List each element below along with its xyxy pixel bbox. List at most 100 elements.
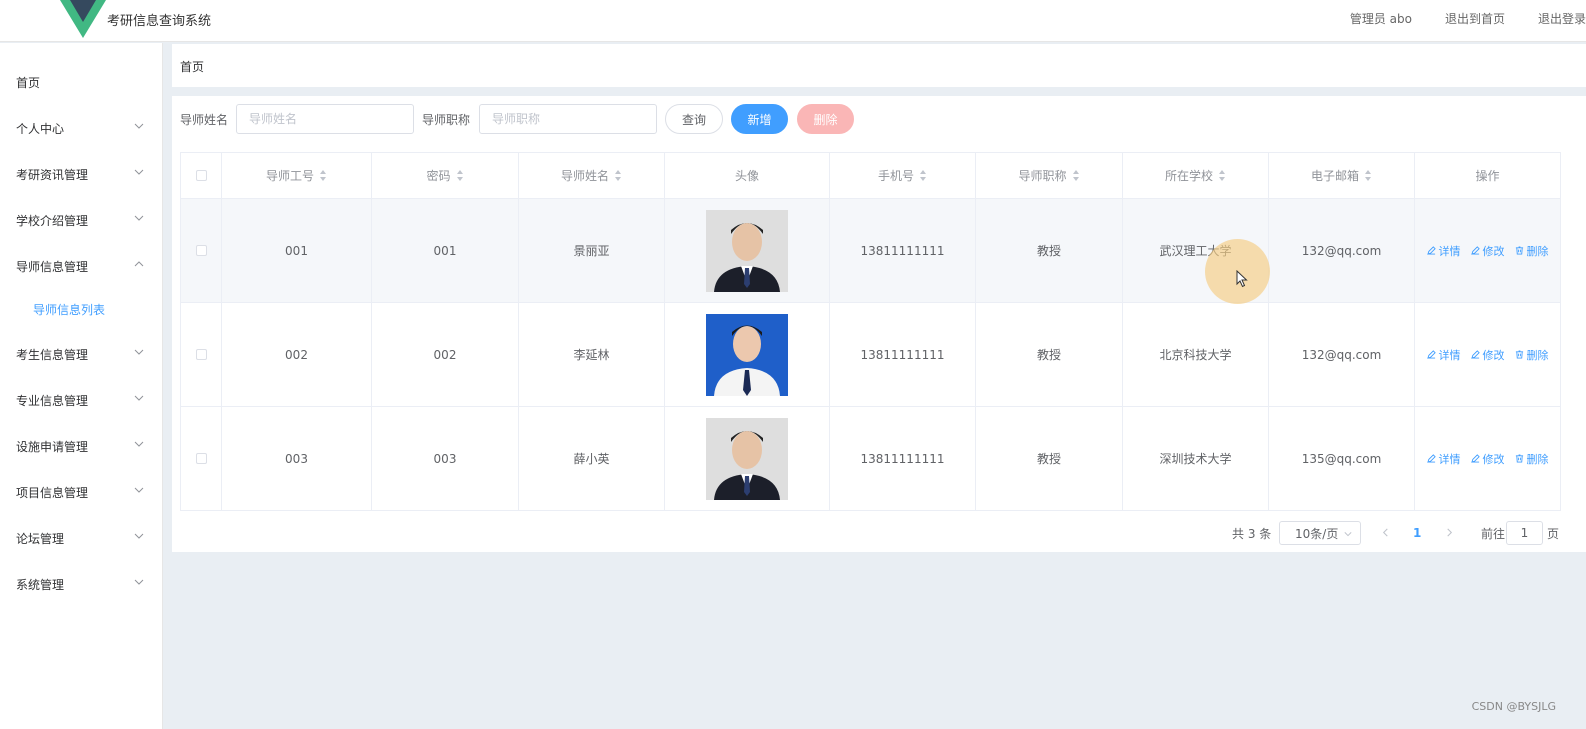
chevron-down-icon [134, 123, 144, 129]
pagination-total: 共 3 条 [1232, 526, 1272, 541]
sidebar-item-school[interactable]: 学校介绍管理 [0, 197, 162, 243]
edit-button[interactable]: 修改 [1470, 347, 1505, 363]
sidebar-item-project[interactable]: 项目信息管理 [0, 469, 162, 515]
goto-page-input[interactable] [1506, 521, 1543, 545]
detail-button[interactable]: 详情 [1426, 347, 1461, 363]
cell-password: 002 [372, 303, 519, 406]
mouse-cursor-icon [1236, 270, 1248, 288]
edit-button[interactable]: 修改 [1470, 451, 1505, 467]
header-links: 管理员 abo 退出到首页 退出登录 [1350, 10, 1586, 27]
cell-password: 003 [372, 407, 519, 510]
sidebar: 首页 个人中心 考研资讯管理 学校介绍管理 导师信息管理 导师信息列表 考生信息… [0, 43, 163, 729]
logout-link[interactable]: 退出登录 [1538, 10, 1586, 27]
column-header-title[interactable]: 导师职称 [976, 153, 1123, 198]
sidebar-item-facility[interactable]: 设施申请管理 [0, 423, 162, 469]
delete-row-button[interactable]: 删除 [1515, 243, 1549, 259]
sort-icon[interactable] [615, 170, 622, 181]
sidebar-item-label: 系统管理 [16, 577, 65, 592]
chevron-down-icon [134, 395, 144, 401]
back-to-home-link[interactable]: 退出到首页 [1445, 10, 1505, 27]
next-page-icon[interactable] [1445, 528, 1454, 537]
cell-title: 教授 [976, 199, 1123, 302]
sidebar-item-home[interactable]: 首页 [0, 59, 162, 105]
sidebar-item-major[interactable]: 专业信息管理 [0, 377, 162, 423]
sidebar-item-student[interactable]: 考生信息管理 [0, 331, 162, 377]
add-button[interactable]: 新增 [731, 104, 788, 134]
sidebar-item-label: 个人中心 [16, 121, 65, 136]
page-suffix-label: 页 [1547, 526, 1560, 541]
cell-title: 教授 [976, 407, 1123, 510]
detail-button[interactable]: 详情 [1426, 451, 1461, 467]
chevron-down-icon [134, 533, 144, 539]
delete-row-button[interactable]: 删除 [1515, 347, 1549, 363]
cell-id: 002 [222, 303, 372, 406]
cell-name: 景丽亚 [519, 199, 665, 302]
chevron-down-icon [134, 579, 144, 585]
cell-email: 132@qq.com [1269, 303, 1415, 406]
edit-icon [1470, 454, 1480, 463]
page-number-current[interactable]: 1 [1413, 522, 1421, 544]
column-header-name[interactable]: 导师姓名 [519, 153, 665, 198]
cell-id: 001 [222, 199, 372, 302]
tutor-name-label: 导师姓名 [180, 113, 229, 127]
table-row: 003 003 薛小英 13811111111 教授 深圳技术大学 135@qq… [181, 406, 1560, 510]
edit-button[interactable]: 修改 [1470, 243, 1505, 259]
cell-email: 132@qq.com [1269, 199, 1415, 302]
sidebar-item-label: 考研资讯管理 [16, 167, 89, 182]
table-row: 002 002 李延林 13811111111 教授 北京科技大学 132@qq… [181, 302, 1560, 406]
avatar [706, 417, 788, 500]
sort-icon[interactable] [920, 170, 927, 181]
row-checkbox[interactable] [195, 245, 207, 256]
trash-icon [1515, 454, 1523, 463]
chevron-down-icon [134, 441, 144, 447]
edit-icon [1426, 246, 1436, 255]
sort-icon[interactable] [320, 170, 327, 181]
sort-icon[interactable] [456, 170, 464, 181]
tutor-title-input[interactable] [479, 104, 657, 134]
breadcrumb-home[interactable]: 首页 [180, 58, 204, 75]
goto-label: 前往 [1481, 526, 1506, 541]
detail-button[interactable]: 详情 [1426, 243, 1461, 259]
sidebar-item-tutor[interactable]: 导师信息管理 [0, 243, 162, 289]
sidebar-item-forum[interactable]: 论坛管理 [0, 515, 162, 561]
tutor-title-label: 导师职称 [422, 113, 471, 127]
row-checkbox[interactable] [195, 349, 207, 360]
trash-icon [1515, 350, 1523, 359]
column-header-phone[interactable]: 手机号 [830, 153, 976, 198]
sidebar-item-label: 学校介绍管理 [16, 213, 89, 228]
prev-page-icon[interactable] [1381, 528, 1390, 537]
cell-phone: 13811111111 [830, 199, 976, 302]
column-header-email[interactable]: 电子邮箱 [1269, 153, 1415, 198]
tutor-table: 导师工号 密码 导师姓名 头像 手机号 导师职称 所在学校 电子邮箱 操作 00… [180, 152, 1561, 511]
select-all-checkbox[interactable] [195, 170, 207, 181]
sidebar-item-label: 导师信息管理 [16, 259, 89, 274]
admin-user-link[interactable]: 管理员 abo [1350, 10, 1412, 27]
sidebar-item-news[interactable]: 考研资讯管理 [0, 151, 162, 197]
column-header-actions: 操作 [1475, 169, 1500, 183]
sort-icon[interactable] [1365, 170, 1372, 181]
cell-email: 135@qq.com [1269, 407, 1415, 510]
sidebar-item-label: 专业信息管理 [16, 393, 89, 408]
sort-icon[interactable] [1219, 170, 1226, 181]
sidebar-item-personal-center[interactable]: 个人中心 [0, 105, 162, 151]
chevron-up-icon [134, 261, 144, 267]
row-checkbox[interactable] [195, 453, 207, 464]
cell-name: 薛小英 [519, 407, 665, 510]
column-header-id[interactable]: 导师工号 [222, 153, 372, 198]
sort-icon[interactable] [1072, 170, 1080, 181]
sidebar-item-label: 项目信息管理 [16, 485, 89, 500]
page-size-select[interactable]: 10条/页 [1279, 521, 1361, 545]
column-header-school[interactable]: 所在学校 [1123, 153, 1269, 198]
edit-icon [1470, 350, 1480, 359]
cell-phone: 13811111111 [830, 407, 976, 510]
sidebar-item-label: 考生信息管理 [16, 347, 89, 362]
delete-row-button[interactable]: 删除 [1515, 451, 1549, 467]
delete-button[interactable]: 删除 [797, 104, 854, 134]
cell-password: 001 [372, 199, 519, 302]
query-button[interactable]: 查询 [665, 104, 723, 134]
sidebar-item-system[interactable]: 系统管理 [0, 561, 162, 607]
sidebar-subitem-tutor-list[interactable]: 导师信息列表 [0, 289, 162, 329]
column-header-password[interactable]: 密码 [372, 153, 519, 198]
tutor-name-input[interactable] [236, 104, 414, 134]
cell-id: 003 [222, 407, 372, 510]
